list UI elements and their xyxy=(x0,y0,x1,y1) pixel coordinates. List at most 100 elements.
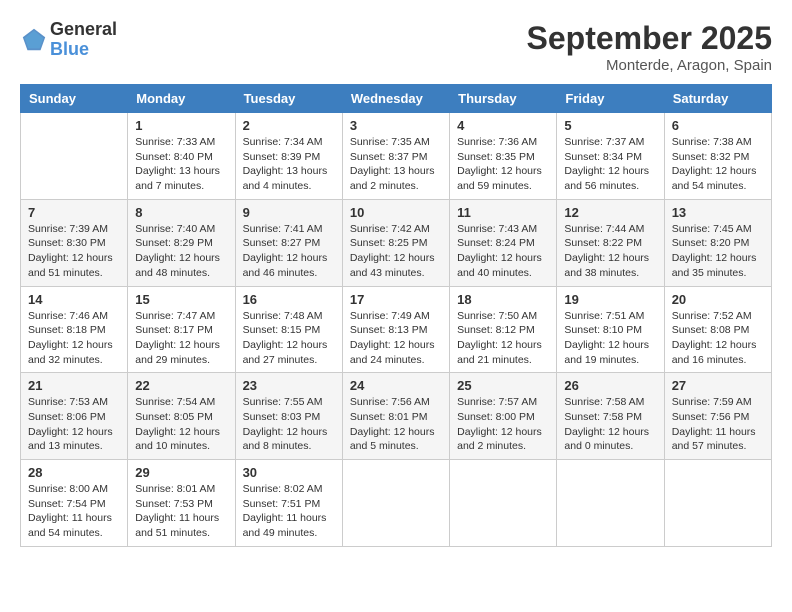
calendar-cell: 11 Sunrise: 7:43 AMSunset: 8:24 PMDaylig… xyxy=(450,199,557,286)
calendar-cell: 3 Sunrise: 7:35 AMSunset: 8:37 PMDayligh… xyxy=(342,113,449,200)
weekday-header: Monday xyxy=(128,85,235,113)
day-number: 19 xyxy=(564,292,656,307)
day-number: 2 xyxy=(243,118,335,133)
calendar-cell xyxy=(21,113,128,200)
calendar-cell: 17 Sunrise: 7:49 AMSunset: 8:13 PMDaylig… xyxy=(342,286,449,373)
weekday-header: Sunday xyxy=(21,85,128,113)
cell-info: Sunrise: 7:51 AMSunset: 8:10 PMDaylight:… xyxy=(564,309,656,368)
day-number: 13 xyxy=(672,205,764,220)
calendar-cell: 4 Sunrise: 7:36 AMSunset: 8:35 PMDayligh… xyxy=(450,113,557,200)
calendar-cell: 20 Sunrise: 7:52 AMSunset: 8:08 PMDaylig… xyxy=(664,286,771,373)
calendar-cell: 12 Sunrise: 7:44 AMSunset: 8:22 PMDaylig… xyxy=(557,199,664,286)
weekday-header: Saturday xyxy=(664,85,771,113)
cell-info: Sunrise: 7:35 AMSunset: 8:37 PMDaylight:… xyxy=(350,135,442,194)
day-number: 14 xyxy=(28,292,120,307)
calendar-cell: 1 Sunrise: 7:33 AMSunset: 8:40 PMDayligh… xyxy=(128,113,235,200)
calendar-cell: 25 Sunrise: 7:57 AMSunset: 8:00 PMDaylig… xyxy=(450,373,557,460)
day-number: 9 xyxy=(243,205,335,220)
day-number: 25 xyxy=(457,378,549,393)
cell-info: Sunrise: 7:45 AMSunset: 8:20 PMDaylight:… xyxy=(672,222,764,281)
calendar-cell: 24 Sunrise: 7:56 AMSunset: 8:01 PMDaylig… xyxy=(342,373,449,460)
cell-info: Sunrise: 7:37 AMSunset: 8:34 PMDaylight:… xyxy=(564,135,656,194)
logo-general: General xyxy=(50,20,117,40)
day-number: 24 xyxy=(350,378,442,393)
calendar-week-row: 14 Sunrise: 7:46 AMSunset: 8:18 PMDaylig… xyxy=(21,286,772,373)
calendar-cell: 16 Sunrise: 7:48 AMSunset: 8:15 PMDaylig… xyxy=(235,286,342,373)
day-number: 11 xyxy=(457,205,549,220)
cell-info: Sunrise: 7:36 AMSunset: 8:35 PMDaylight:… xyxy=(457,135,549,194)
day-number: 27 xyxy=(672,378,764,393)
calendar-week-row: 1 Sunrise: 7:33 AMSunset: 8:40 PMDayligh… xyxy=(21,113,772,200)
calendar-cell: 18 Sunrise: 7:50 AMSunset: 8:12 PMDaylig… xyxy=(450,286,557,373)
cell-info: Sunrise: 7:41 AMSunset: 8:27 PMDaylight:… xyxy=(243,222,335,281)
calendar-cell: 10 Sunrise: 7:42 AMSunset: 8:25 PMDaylig… xyxy=(342,199,449,286)
calendar-cell: 30 Sunrise: 8:02 AMSunset: 7:51 PMDaylig… xyxy=(235,460,342,547)
calendar-cell: 6 Sunrise: 7:38 AMSunset: 8:32 PMDayligh… xyxy=(664,113,771,200)
day-number: 20 xyxy=(672,292,764,307)
day-number: 18 xyxy=(457,292,549,307)
calendar-cell xyxy=(664,460,771,547)
day-number: 26 xyxy=(564,378,656,393)
calendar-cell: 26 Sunrise: 7:58 AMSunset: 7:58 PMDaylig… xyxy=(557,373,664,460)
day-number: 23 xyxy=(243,378,335,393)
cell-info: Sunrise: 7:53 AMSunset: 8:06 PMDaylight:… xyxy=(28,395,120,454)
cell-info: Sunrise: 7:44 AMSunset: 8:22 PMDaylight:… xyxy=(564,222,656,281)
cell-info: Sunrise: 7:57 AMSunset: 8:00 PMDaylight:… xyxy=(457,395,549,454)
day-number: 16 xyxy=(243,292,335,307)
logo: General Blue xyxy=(20,20,117,60)
calendar-cell: 27 Sunrise: 7:59 AMSunset: 7:56 PMDaylig… xyxy=(664,373,771,460)
day-number: 15 xyxy=(135,292,227,307)
day-number: 3 xyxy=(350,118,442,133)
calendar-cell xyxy=(342,460,449,547)
cell-info: Sunrise: 7:39 AMSunset: 8:30 PMDaylight:… xyxy=(28,222,120,281)
calendar-cell: 13 Sunrise: 7:45 AMSunset: 8:20 PMDaylig… xyxy=(664,199,771,286)
calendar-cell: 5 Sunrise: 7:37 AMSunset: 8:34 PMDayligh… xyxy=(557,113,664,200)
calendar-cell: 14 Sunrise: 7:46 AMSunset: 8:18 PMDaylig… xyxy=(21,286,128,373)
calendar-cell: 9 Sunrise: 7:41 AMSunset: 8:27 PMDayligh… xyxy=(235,199,342,286)
logo-blue: Blue xyxy=(50,40,117,60)
calendar-cell xyxy=(557,460,664,547)
page-header: General Blue September 2025 Monterde, Ar… xyxy=(20,20,772,74)
calendar-week-row: 7 Sunrise: 7:39 AMSunset: 8:30 PMDayligh… xyxy=(21,199,772,286)
cell-info: Sunrise: 7:59 AMSunset: 7:56 PMDaylight:… xyxy=(672,395,764,454)
day-number: 29 xyxy=(135,465,227,480)
cell-info: Sunrise: 7:38 AMSunset: 8:32 PMDaylight:… xyxy=(672,135,764,194)
day-number: 7 xyxy=(28,205,120,220)
weekday-header: Thursday xyxy=(450,85,557,113)
calendar-cell: 7 Sunrise: 7:39 AMSunset: 8:30 PMDayligh… xyxy=(21,199,128,286)
cell-info: Sunrise: 7:47 AMSunset: 8:17 PMDaylight:… xyxy=(135,309,227,368)
calendar-cell: 8 Sunrise: 7:40 AMSunset: 8:29 PMDayligh… xyxy=(128,199,235,286)
cell-info: Sunrise: 7:42 AMSunset: 8:25 PMDaylight:… xyxy=(350,222,442,281)
cell-info: Sunrise: 7:34 AMSunset: 8:39 PMDaylight:… xyxy=(243,135,335,194)
day-number: 8 xyxy=(135,205,227,220)
weekday-header: Tuesday xyxy=(235,85,342,113)
calendar-cell xyxy=(450,460,557,547)
cell-info: Sunrise: 7:46 AMSunset: 8:18 PMDaylight:… xyxy=(28,309,120,368)
calendar-cell: 2 Sunrise: 7:34 AMSunset: 8:39 PMDayligh… xyxy=(235,113,342,200)
day-number: 28 xyxy=(28,465,120,480)
cell-info: Sunrise: 7:43 AMSunset: 8:24 PMDaylight:… xyxy=(457,222,549,281)
day-number: 30 xyxy=(243,465,335,480)
cell-info: Sunrise: 7:58 AMSunset: 7:58 PMDaylight:… xyxy=(564,395,656,454)
cell-info: Sunrise: 7:56 AMSunset: 8:01 PMDaylight:… xyxy=(350,395,442,454)
day-number: 5 xyxy=(564,118,656,133)
day-number: 4 xyxy=(457,118,549,133)
day-number: 17 xyxy=(350,292,442,307)
weekday-header-row: SundayMondayTuesdayWednesdayThursdayFrid… xyxy=(21,85,772,113)
cell-info: Sunrise: 7:55 AMSunset: 8:03 PMDaylight:… xyxy=(243,395,335,454)
cell-info: Sunrise: 7:54 AMSunset: 8:05 PMDaylight:… xyxy=(135,395,227,454)
calendar-cell: 28 Sunrise: 8:00 AMSunset: 7:54 PMDaylig… xyxy=(21,460,128,547)
title-block: September 2025 Monterde, Aragon, Spain xyxy=(527,20,772,74)
calendar-cell: 29 Sunrise: 8:01 AMSunset: 7:53 PMDaylig… xyxy=(128,460,235,547)
day-number: 21 xyxy=(28,378,120,393)
cell-info: Sunrise: 7:40 AMSunset: 8:29 PMDaylight:… xyxy=(135,222,227,281)
logo-icon xyxy=(20,26,48,54)
cell-info: Sunrise: 7:52 AMSunset: 8:08 PMDaylight:… xyxy=(672,309,764,368)
cell-info: Sunrise: 7:50 AMSunset: 8:12 PMDaylight:… xyxy=(457,309,549,368)
calendar-cell: 21 Sunrise: 7:53 AMSunset: 8:06 PMDaylig… xyxy=(21,373,128,460)
location: Monterde, Aragon, Spain xyxy=(527,57,772,74)
weekday-header: Friday xyxy=(557,85,664,113)
weekday-header: Wednesday xyxy=(342,85,449,113)
cell-info: Sunrise: 8:00 AMSunset: 7:54 PMDaylight:… xyxy=(28,482,120,541)
calendar-week-row: 21 Sunrise: 7:53 AMSunset: 8:06 PMDaylig… xyxy=(21,373,772,460)
